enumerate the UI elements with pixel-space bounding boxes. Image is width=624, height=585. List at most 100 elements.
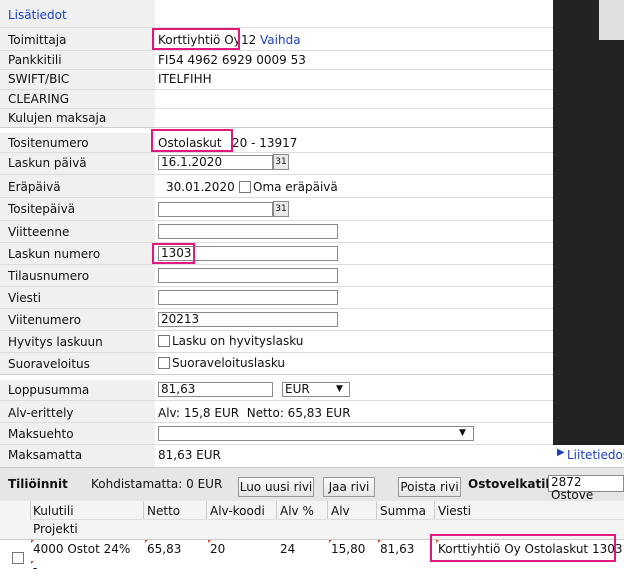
details-link[interactable]: Lisätiedot <box>8 8 67 22</box>
voucher-number-label: Tositenumero <box>8 136 89 150</box>
calendar-icon[interactable]: 31 <box>273 154 289 170</box>
divider <box>327 501 328 519</box>
divider <box>0 352 553 353</box>
expand-triangle-icon: ▶ <box>557 447 565 458</box>
change-supplier-link[interactable]: Vaihda <box>260 33 301 47</box>
voucher-number: 20 - 13917 <box>232 136 298 150</box>
attachments-link[interactable]: Liitetiedost <box>567 448 624 462</box>
divider <box>0 152 553 153</box>
section-gap <box>0 374 553 380</box>
own-due-date-label: Oma eräpäivä <box>253 180 338 194</box>
divider <box>0 444 553 445</box>
supplier-label: Toimittaja <box>8 33 67 47</box>
col-header-sum: Summa <box>380 504 426 518</box>
split-row-button[interactable]: Jaa rivi <box>323 477 375 497</box>
divider <box>0 286 553 287</box>
own-due-date-checkbox[interactable] <box>239 181 251 193</box>
divider <box>30 519 624 520</box>
clearing-label: CLEARING <box>8 92 70 106</box>
swift-label: SWIFT/BIC <box>8 72 70 86</box>
credit-invoice-checkbox[interactable] <box>158 335 170 347</box>
swift-value: ITELFIHH <box>158 72 212 86</box>
divider <box>0 108 553 109</box>
divider <box>0 308 553 309</box>
divider <box>143 501 144 519</box>
vat-breakdown-label: Alv-erittely <box>8 406 74 420</box>
message-label: Viesti <box>8 291 41 305</box>
supplier-number: 12 <box>241 33 257 47</box>
delete-row-button[interactable]: Poista rivi <box>398 477 461 497</box>
col-header-account: Kulutili <box>33 504 74 518</box>
col-header-vat: Alv <box>331 504 350 518</box>
reference-number-label: Viitenumero <box>8 313 81 327</box>
total-input[interactable]: 81,63 <box>158 382 273 397</box>
order-number-input[interactable] <box>158 268 338 283</box>
payables-account-input[interactable]: 2872 Ostove <box>548 475 624 502</box>
scrollbar[interactable] <box>599 0 624 40</box>
unpaid-label: Maksamatta <box>8 448 83 462</box>
divider <box>0 242 553 243</box>
divider <box>0 50 553 51</box>
due-date-value: 30.01.2020 <box>166 180 235 194</box>
section-gap <box>0 127 553 133</box>
divider <box>0 330 553 331</box>
divider <box>276 501 277 519</box>
divider <box>206 501 207 519</box>
divider <box>0 220 553 221</box>
highlight-box <box>152 243 195 264</box>
unallocated-text: Kohdistamatta: 0 EUR <box>91 477 223 491</box>
col-header-vat-code: Alv-koodi <box>210 504 265 518</box>
payment-terms-select[interactable] <box>158 426 474 441</box>
accounts-title: Tiliöinnit <box>8 477 68 491</box>
direct-debit-checkbox-label: Suoraveloituslasku <box>172 356 286 370</box>
calendar-icon[interactable]: 31 <box>273 201 289 217</box>
row-select-checkbox[interactable] <box>12 552 24 564</box>
chevron-down-icon: ▼ <box>336 384 343 394</box>
divider <box>0 197 553 198</box>
credit-invoice-checkbox-label: Lasku on hyvityslasku <box>172 334 304 348</box>
reference-number-input[interactable]: 20213 <box>158 312 338 327</box>
message-input[interactable] <box>158 290 338 305</box>
chevron-down-icon: ▼ <box>459 428 466 438</box>
unpaid-value: 81,63 EUR <box>158 448 221 462</box>
highlight-box <box>152 28 240 50</box>
invoice-date-label: Laskun päivä <box>8 156 87 170</box>
dark-side-panel <box>553 0 624 445</box>
invoice-date-input[interactable]: 16.1.2020 <box>158 155 273 170</box>
your-reference-label: Viitteenne <box>8 225 70 239</box>
voucher-date-input[interactable] <box>158 202 273 217</box>
cell-net[interactable]: 65,83 <box>147 541 181 557</box>
cell-vat-pct[interactable]: 24 <box>280 541 295 557</box>
divider <box>0 264 553 265</box>
due-date-label: Eräpäivä <box>8 180 61 194</box>
payables-account-label: Ostovelkatili <box>468 477 554 491</box>
payment-terms-label: Maksuehto <box>8 427 74 441</box>
divider <box>0 174 553 175</box>
divider <box>0 89 553 90</box>
invoice-number-label: Laskun numero <box>8 247 101 261</box>
highlight-box <box>151 129 233 152</box>
fee-payer-label: Kulujen maksaja <box>8 111 107 125</box>
highlight-box <box>430 534 616 562</box>
divider <box>0 422 553 423</box>
divider <box>30 501 31 519</box>
divider <box>0 27 553 28</box>
direct-debit-checkbox[interactable] <box>158 357 170 369</box>
new-row-button[interactable]: Luo uusi rivi <box>238 477 314 497</box>
order-number-label: Tilausnumero <box>8 269 90 283</box>
cell-project[interactable]: - <box>33 562 37 574</box>
cell-account[interactable]: 4000 Ostot 24% <box>33 541 130 557</box>
bank-value: FI54 4962 6929 0009 53 <box>158 53 306 67</box>
vat-breakdown-value: Alv: 15,8 EUR Netto: 65,83 EUR <box>158 406 351 420</box>
cell-sum[interactable]: 81,63 <box>380 541 414 557</box>
voucher-date-label: Tositepäivä <box>8 202 76 216</box>
cell-vat-code[interactable]: 20 <box>210 541 225 557</box>
total-label: Loppusumma <box>8 383 90 397</box>
col-header-message: Viesti <box>438 504 471 518</box>
col-header-project: Projekti <box>33 522 78 536</box>
divider <box>0 400 553 401</box>
your-reference-input[interactable] <box>158 224 338 239</box>
divider <box>0 69 553 70</box>
cell-vat[interactable]: 15,80 <box>331 541 365 557</box>
divider <box>376 501 377 519</box>
